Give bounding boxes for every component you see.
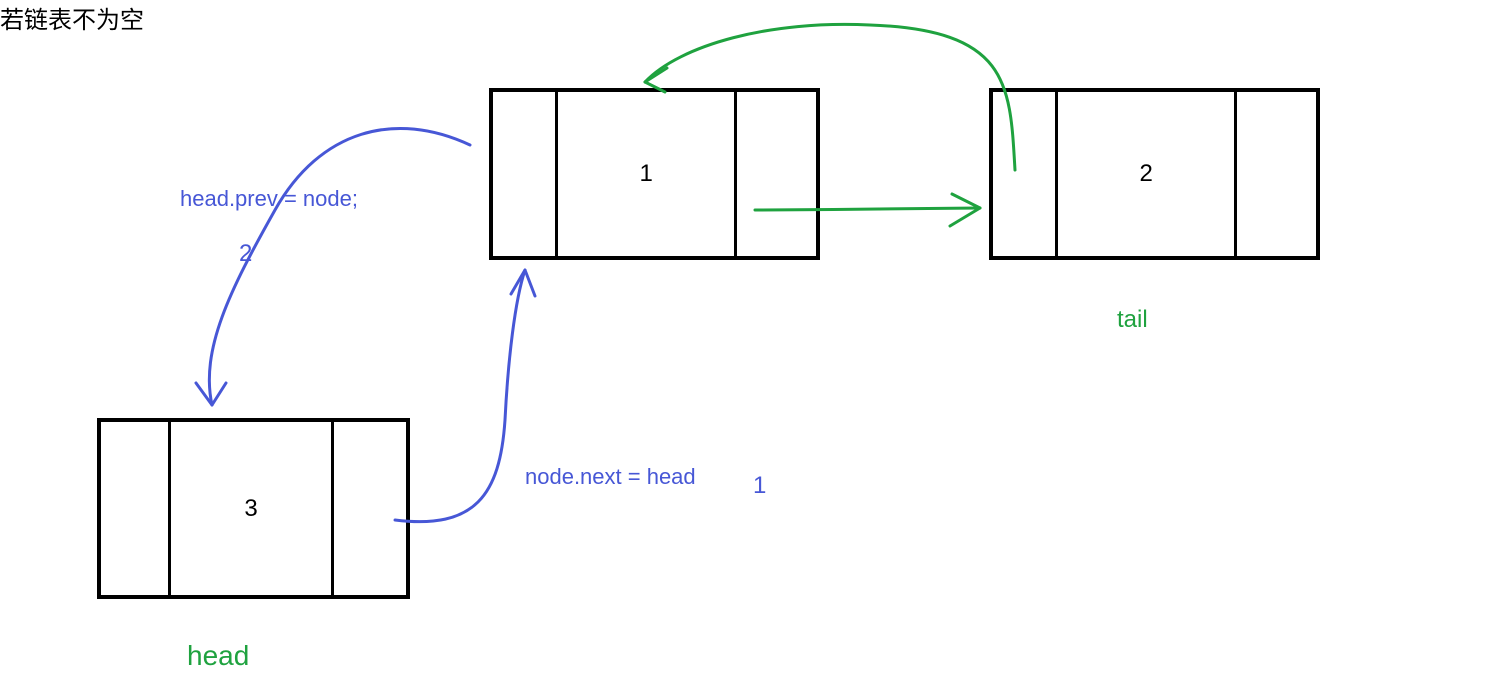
op2-step: 1 bbox=[753, 472, 766, 500]
node-2-value: 2 bbox=[1058, 92, 1237, 256]
op2-text: node.next = head bbox=[525, 464, 696, 490]
diagram-title: 若链表不为空 bbox=[0, 0, 144, 35]
node-1-value: 1 bbox=[558, 92, 737, 256]
node-3-value: 3 bbox=[171, 422, 334, 595]
arrow-op2-node-next bbox=[395, 270, 535, 522]
tail-label: tail bbox=[1117, 306, 1148, 334]
node-3: 3 bbox=[97, 418, 410, 599]
op1-step: 2 bbox=[239, 240, 252, 268]
node-1: 1 bbox=[489, 88, 820, 260]
diagram-stage: 若链表不为空 1 2 3 tail head head.prev = node;… bbox=[0, 0, 1490, 695]
head-label: head bbox=[187, 640, 249, 672]
node-2: 2 bbox=[989, 88, 1320, 260]
op1-text: head.prev = node; bbox=[180, 186, 358, 212]
arrow-op1-head-prev bbox=[196, 128, 470, 405]
